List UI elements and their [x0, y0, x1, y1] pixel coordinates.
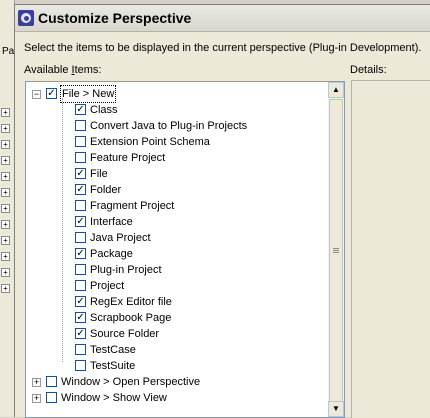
eclipse-icon — [18, 10, 34, 26]
background-expand-icon: + — [1, 108, 10, 117]
tree-item-label: RegEx Editor file — [90, 296, 172, 308]
tree-item-label: TestCase — [90, 344, 136, 356]
tree-child-item[interactable]: Java Project — [26, 230, 328, 246]
unchecked-checkbox[interactable] — [75, 344, 86, 355]
details-label: Details: — [350, 64, 387, 76]
tree-category-item[interactable]: + Window > Show View — [26, 390, 328, 406]
background-expand-icon: + — [1, 268, 10, 277]
tree-item-label: Feature Project — [90, 152, 166, 164]
unchecked-checkbox[interactable] — [75, 360, 86, 371]
unchecked-checkbox[interactable] — [46, 392, 57, 403]
tree-item-label: Window > Open Perspective — [61, 376, 201, 388]
tree-item-label: Fragment Project — [90, 200, 175, 212]
background-expand-icon: + — [1, 140, 10, 149]
tree-child-item[interactable]: Project — [26, 278, 328, 294]
title-bar[interactable]: Customize Perspective — [15, 5, 430, 32]
tree-category-item[interactable]: + Window > Open Perspective — [26, 374, 328, 390]
unchecked-checkbox[interactable] — [75, 120, 86, 131]
expand-plus-icon[interactable]: + — [32, 394, 41, 403]
background-window: Pa + + + + + + + + + + + + — [0, 0, 15, 417]
tree-item-label: Extension Point Schema — [90, 136, 210, 148]
tree-child-item[interactable]: Feature Project — [26, 150, 328, 166]
unchecked-checkbox[interactable] — [75, 136, 86, 147]
unchecked-checkbox[interactable] — [75, 152, 86, 163]
tree-item-label: TestSuite — [90, 360, 136, 372]
vertical-scrollbar[interactable]: ▲ ▼ — [328, 82, 344, 417]
background-tab-label: Pa — [2, 46, 15, 57]
unchecked-checkbox[interactable] — [75, 264, 86, 275]
expand-plus-icon[interactable]: + — [32, 378, 41, 387]
tree-category-item[interactable]: − File > New — [26, 85, 328, 103]
unchecked-checkbox[interactable] — [46, 376, 57, 387]
tree-item-label: File — [90, 168, 108, 180]
collapse-minus-icon[interactable]: − — [32, 90, 41, 99]
checked-checkbox[interactable] — [75, 296, 86, 307]
available-items-label: Available Items: — [24, 64, 102, 76]
tree-child-item[interactable]: Folder — [26, 182, 328, 198]
tree-item-label: Window > Show View — [61, 392, 167, 404]
tree-guide-line — [62, 98, 63, 362]
tree-child-item[interactable]: Scrapbook Page — [26, 310, 328, 326]
details-panel — [351, 80, 430, 418]
tree-child-item[interactable]: TestSuite — [26, 358, 328, 374]
checked-checkbox[interactable] — [75, 328, 86, 339]
unchecked-checkbox[interactable] — [75, 232, 86, 243]
checked-checkbox[interactable] — [75, 248, 86, 259]
tree-child-item[interactable]: Interface — [26, 214, 328, 230]
tree-child-item[interactable]: Plug-in Project — [26, 262, 328, 278]
tree-child-item[interactable]: Package — [26, 246, 328, 262]
tree-item-label: Project — [90, 280, 125, 292]
scroll-down-arrow-icon[interactable]: ▼ — [328, 401, 344, 417]
tree-item-label: Interface — [90, 216, 133, 228]
tree-item-label: Scrapbook Page — [90, 312, 172, 324]
tree-item-label: Plug-in Project — [90, 264, 162, 276]
background-expand-icon: + — [1, 252, 10, 261]
scroll-up-arrow-icon[interactable]: ▲ — [328, 82, 344, 98]
tree-item-label: Source Folder — [90, 328, 160, 340]
checked-checkbox[interactable] — [75, 168, 86, 179]
customize-perspective-dialog: Customize Perspective Select the items t… — [14, 4, 430, 418]
checked-checkbox[interactable] — [46, 88, 57, 99]
dialog-title: Customize Perspective — [38, 10, 192, 26]
available-items-tree[interactable]: − File > NewClass Convert Java to Plug-in … — [25, 81, 345, 418]
background-expand-icon: + — [1, 204, 10, 213]
tree-item-label: Convert Java to Plug-in Projects — [90, 120, 248, 132]
tree-child-item[interactable]: Convert Java to Plug-in Projects — [26, 118, 328, 134]
background-expand-icon: + — [1, 284, 10, 293]
background-expand-icon: + — [1, 124, 10, 133]
background-expand-icon: + — [1, 188, 10, 197]
tree-child-item[interactable]: TestCase — [26, 342, 328, 358]
background-expand-icon: + — [1, 172, 10, 181]
instruction-text: Select the items to be displayed in the … — [24, 42, 422, 54]
tree-child-item[interactable]: Fragment Project — [26, 198, 328, 214]
unchecked-checkbox[interactable] — [75, 200, 86, 211]
background-expand-icon: + — [1, 236, 10, 245]
tree-item-label: Class — [90, 104, 118, 116]
tree-item-label: Package — [90, 248, 133, 260]
tree-child-item[interactable]: Source Folder — [26, 326, 328, 342]
tree-child-item[interactable]: Extension Point Schema — [26, 134, 328, 150]
tree-child-item[interactable]: Class — [26, 102, 328, 118]
scrollbar-thumb[interactable] — [329, 99, 343, 404]
tree-child-item[interactable]: RegEx Editor file — [26, 294, 328, 310]
tree-child-item[interactable]: File — [26, 166, 328, 182]
background-expand-icon: + — [1, 156, 10, 165]
checked-checkbox[interactable] — [75, 184, 86, 195]
checked-checkbox[interactable] — [75, 216, 86, 227]
tree-item-label: Folder — [90, 184, 122, 196]
unchecked-checkbox[interactable] — [75, 280, 86, 291]
tree-item-label: File > New — [59, 85, 117, 103]
tree-item-label: Java Project — [90, 232, 151, 244]
checked-checkbox[interactable] — [75, 312, 86, 323]
checked-checkbox[interactable] — [75, 104, 86, 115]
background-expand-icon: + — [1, 220, 10, 229]
